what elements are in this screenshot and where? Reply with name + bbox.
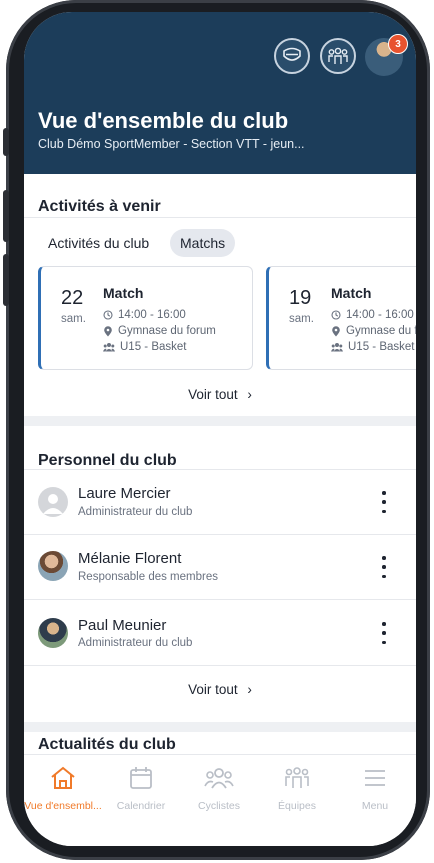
activity-card[interactable]: 22 sam. Match 14:00 - 16:00 Gymnase du f… <box>38 266 253 370</box>
nav-label: Cyclistes <box>197 800 240 812</box>
divider <box>24 665 416 666</box>
members-icon <box>204 768 234 789</box>
club-header: 3 Vue d'ensemble du club Club Démo Sport… <box>24 12 416 174</box>
team-icon <box>103 343 115 352</box>
activity-weekday: sam. <box>289 313 314 325</box>
shield-icon <box>283 47 301 61</box>
phone-side-button <box>3 254 9 306</box>
divider <box>24 217 416 218</box>
staff-role: Administrateur du club <box>78 506 193 518</box>
teams-icon <box>285 767 309 788</box>
club-switch-button[interactable] <box>274 38 310 74</box>
staff-name: Laure Mercier <box>78 485 171 502</box>
staff-name: Mélanie Florent <box>78 550 182 567</box>
activity-location-row: Gymnase du forum <box>103 325 216 337</box>
upcoming-title: Activités à venir <box>38 198 161 215</box>
activity-team-row: U15 - Basket <box>331 341 414 353</box>
phone-side-button <box>3 190 9 242</box>
team-icon <box>331 343 343 352</box>
bottom-navigation: Vue d'ensembl... Calendrier Cyclistes Éq… <box>24 754 416 846</box>
avatar <box>38 618 68 648</box>
nav-teams[interactable]: Équipes <box>258 765 336 812</box>
activity-location-row: Gymnase du forum <box>331 325 416 337</box>
staff-row[interactable]: Laure Mercier Administrateur du club <box>24 470 416 534</box>
staff-row[interactable]: Paul Meunier Administrateur du club <box>24 600 416 664</box>
more-options-icon[interactable] <box>376 622 392 644</box>
app-screen: 3 Vue d'ensemble du club Club Démo Sport… <box>24 12 416 846</box>
activity-team: U15 - Basket <box>348 341 415 353</box>
home-icon <box>51 766 75 789</box>
activity-team-row: U15 - Basket <box>103 341 186 353</box>
nav-label: Menu <box>361 800 389 812</box>
nav-label: Vue d'ensembl... <box>24 800 102 812</box>
clock-icon <box>103 310 113 320</box>
staff-role: Administrateur du club <box>78 637 193 649</box>
nav-cyclists[interactable]: Cyclistes <box>180 765 258 812</box>
location-pin-icon <box>332 325 340 336</box>
activity-card[interactable]: 19 sam. Match 14:00 - 16:00 Gymnase du f… <box>266 266 416 370</box>
activity-weekday: sam. <box>61 313 86 325</box>
activity-location: Gymnase du forum <box>118 325 216 337</box>
tab-matches[interactable]: Matchs <box>170 229 236 257</box>
activity-day: 19 <box>289 287 312 309</box>
see-all-label: Voir tout <box>188 682 238 697</box>
tab-club-activities[interactable]: Activités du club <box>38 229 159 257</box>
upcoming-see-all-link[interactable]: Voir tout › <box>24 387 416 402</box>
clock-icon <box>331 310 341 320</box>
nav-overview[interactable]: Vue d'ensembl... <box>24 765 102 812</box>
chevron-right-icon: › <box>247 387 252 402</box>
more-options-icon[interactable] <box>376 556 392 578</box>
activity-location: Gymnase du forum <box>346 325 416 337</box>
group-icon <box>328 47 348 64</box>
activity-title: Match <box>103 285 144 301</box>
activity-time: 14:00 - 16:00 <box>346 309 414 321</box>
activity-time-row: 14:00 - 16:00 <box>331 309 414 321</box>
page-title: Vue d'ensemble du club <box>38 108 289 133</box>
staff-name: Paul Meunier <box>78 617 167 634</box>
avatar <box>38 487 68 517</box>
activity-time: 14:00 - 16:00 <box>118 309 186 321</box>
activity-time-row: 14:00 - 16:00 <box>103 309 186 321</box>
staff-title: Personnel du club <box>38 452 177 469</box>
staff-role: Responsable des membres <box>78 571 218 583</box>
nav-label: Équipes <box>278 800 316 812</box>
calendar-icon <box>130 767 152 789</box>
club-subtitle: Club Démo SportMember - Section VTT - je… <box>38 137 305 151</box>
nav-menu[interactable]: Menu <box>336 765 414 812</box>
staff-see-all-link[interactable]: Voir tout › <box>24 682 416 697</box>
more-options-icon[interactable] <box>376 491 392 513</box>
notification-badge: 3 <box>388 34 408 54</box>
avatar <box>38 551 68 581</box>
phone-side-button <box>3 128 9 156</box>
nav-calendar[interactable]: Calendrier <box>102 765 180 812</box>
menu-icon <box>365 770 385 786</box>
staff-row[interactable]: Mélanie Florent Responsable des membres <box>24 535 416 599</box>
nav-label: Calendrier <box>116 800 166 812</box>
activity-team: U15 - Basket <box>120 341 187 353</box>
activity-title: Match <box>331 285 372 301</box>
see-all-label: Voir tout <box>188 387 238 402</box>
chevron-right-icon: › <box>247 682 252 697</box>
location-pin-icon <box>104 325 112 336</box>
news-title: Actualités du club <box>38 736 176 753</box>
teams-button[interactable] <box>320 38 356 74</box>
person-placeholder-icon <box>43 494 63 514</box>
activity-day: 22 <box>61 287 84 309</box>
